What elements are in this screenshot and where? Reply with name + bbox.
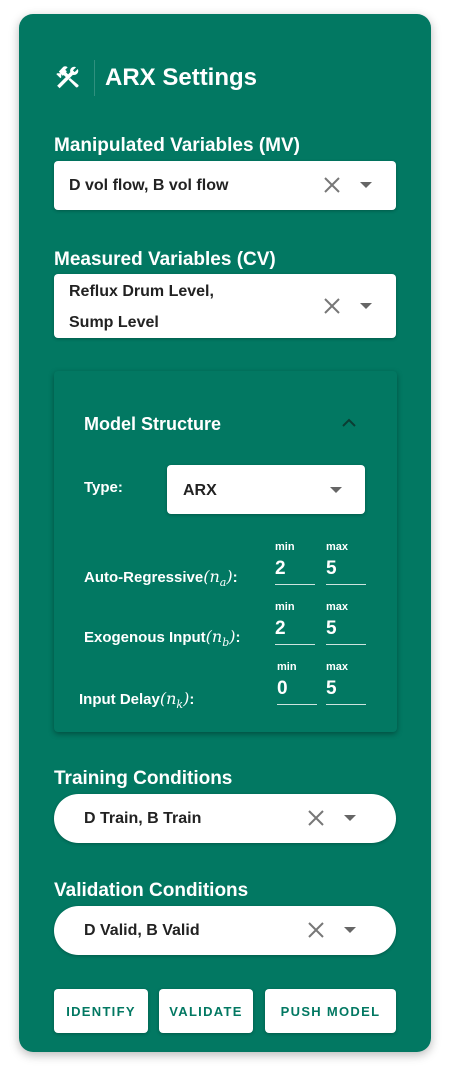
cv-label: Measured Variables (CV): [54, 249, 276, 270]
type-select[interactable]: ARX: [167, 465, 365, 514]
type-select-value: ARX: [183, 482, 217, 499]
validation-conditions-select[interactable]: D Valid, B Valid: [54, 906, 396, 955]
mv-select[interactable]: D vol flow, B vol flow: [54, 161, 396, 210]
type-label: Type:: [84, 479, 123, 496]
arx-settings-panel: ARX Settings Manipulated Variables (MV) …: [19, 14, 431, 1052]
mv-label: Manipulated Variables (MV): [54, 135, 300, 156]
chevron-down-icon[interactable]: [360, 303, 372, 309]
max-label: max: [326, 541, 349, 553]
validation-conditions-value: D Valid, B Valid: [84, 922, 200, 939]
max-label: max: [326, 661, 349, 673]
identify-button[interactable]: IDENTIFY: [54, 989, 148, 1033]
input-delay-min-input[interactable]: 0: [277, 674, 317, 705]
exogenous-input-min-input[interactable]: 2: [275, 614, 315, 645]
training-conditions-value: D Train, B Train: [84, 810, 202, 827]
exogenous-input-max-input[interactable]: 5: [326, 614, 366, 645]
cv-select-value-line2: Sump Level: [69, 314, 159, 331]
max-label: max: [326, 601, 349, 613]
chevron-down-icon[interactable]: [360, 182, 372, 188]
validate-button[interactable]: VALIDATE: [159, 989, 253, 1033]
cv-select-value-line1: Reflux Drum Level,: [69, 283, 214, 300]
clear-icon[interactable]: [306, 808, 326, 828]
min-label: min: [275, 541, 295, 553]
input-delay-max-input[interactable]: 5: [326, 674, 366, 705]
model-structure-card: Model Structure Type: ARX min max Auto-R…: [54, 371, 397, 732]
page-title: ARX Settings: [105, 64, 258, 91]
training-conditions-label: Training Conditions: [54, 768, 233, 789]
training-conditions-select[interactable]: D Train, B Train: [54, 794, 396, 843]
model-structure-title: Model Structure: [84, 414, 222, 434]
auto-regressive-min-input[interactable]: 2: [275, 554, 315, 585]
min-label: min: [275, 601, 295, 613]
push-model-button[interactable]: PUSH MODEL: [265, 989, 396, 1033]
input-delay-label: Input Delay(nk):: [79, 689, 195, 712]
clear-icon[interactable]: [322, 296, 342, 316]
chevron-down-icon[interactable]: [344, 927, 356, 933]
auto-regressive-max-input[interactable]: 5: [326, 554, 366, 585]
header-divider: [94, 60, 95, 96]
chevron-up-icon[interactable]: [342, 418, 356, 428]
clear-icon[interactable]: [322, 175, 342, 195]
chevron-down-icon[interactable]: [330, 487, 342, 493]
tools-icon: [56, 66, 79, 89]
auto-regressive-label: Auto-Regressive(na):: [84, 567, 238, 590]
cv-select[interactable]: Reflux Drum Level, Sump Level: [54, 274, 396, 338]
chevron-down-icon[interactable]: [344, 815, 356, 821]
exogenous-input-label: Exogenous Input(nb):: [84, 627, 241, 650]
mv-select-value: D vol flow, B vol flow: [69, 177, 229, 194]
clear-icon[interactable]: [306, 920, 326, 940]
validation-conditions-label: Validation Conditions: [54, 880, 249, 901]
min-label: min: [277, 661, 297, 673]
